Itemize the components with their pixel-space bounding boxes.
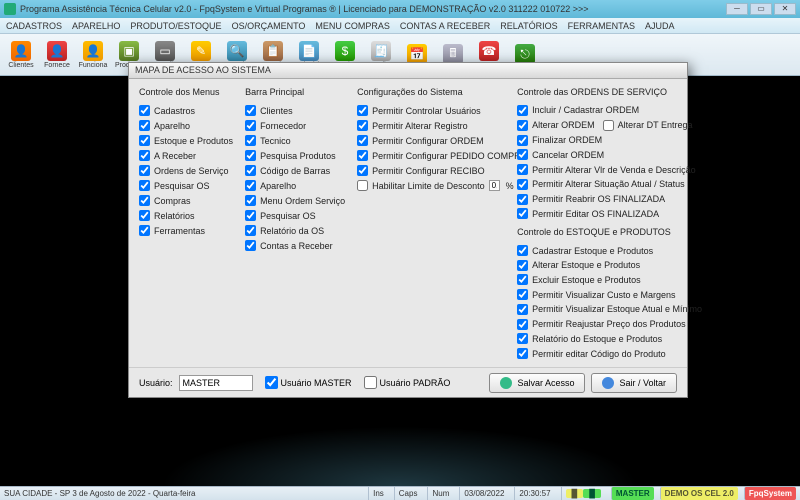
status-time: 20:30:57 xyxy=(514,487,554,500)
col3-title: Configurações do Sistema xyxy=(357,87,505,99)
chk-cadastros[interactable]: Cadastros xyxy=(139,103,233,118)
menu-bar: CADASTROS APARELHO PRODUTO/ESTOQUE OS/OR… xyxy=(0,18,800,34)
chk-os-alterar-status[interactable]: Permitir Alterar Situação Atual / Status xyxy=(517,177,689,192)
chk-os-dt-entrega[interactable]: Alterar DT Entrega xyxy=(603,118,693,133)
chk-os-editar-finalizada[interactable]: Permitir Editar OS FINALIZADA xyxy=(517,206,689,221)
menu-ajuda[interactable]: AJUDA xyxy=(645,21,675,31)
status-user: MASTER xyxy=(611,487,654,500)
close-button[interactable]: ✕ xyxy=(774,3,796,15)
chk-estoque-produtos[interactable]: Estoque e Produtos xyxy=(139,133,233,148)
menu-contas-receber[interactable]: CONTAS A RECEBER xyxy=(400,21,490,31)
save-button[interactable]: Salvar Acesso xyxy=(489,373,585,393)
access-map-dialog: MAPA DE ACESSO AO SISTEMA Controle dos M… xyxy=(128,62,688,398)
chk-bp-clientes[interactable]: Clientes xyxy=(245,103,345,118)
chk-ordens-servico[interactable]: Ordens de Serviço xyxy=(139,163,233,178)
chk-a-receber[interactable]: A Receber xyxy=(139,148,233,163)
chk-cfg-configurar-pedido[interactable]: Permitir Configurar PEDIDO COMPRA xyxy=(357,148,505,163)
menu-produto-estoque[interactable]: PRODUTO/ESTOQUE xyxy=(130,21,221,31)
menu-cadastros[interactable]: CADASTROS xyxy=(6,21,62,31)
chk-bp-pesquisar-os[interactable]: Pesquisar OS xyxy=(245,208,345,223)
exit-button[interactable]: Sair / Voltar xyxy=(591,373,677,393)
background-glow xyxy=(160,426,640,486)
chk-bp-aparelho[interactable]: Aparelho xyxy=(245,178,345,193)
percent-label: % xyxy=(506,181,514,191)
chk-bp-menu-os[interactable]: Menu Ordem Serviço xyxy=(245,193,345,208)
status-demo: DEMO OS CEL 2.0 xyxy=(660,487,738,500)
window-title: Programa Assistência Técnica Celular v2.… xyxy=(20,4,726,14)
chk-aparelho[interactable]: Aparelho xyxy=(139,118,233,133)
chk-ep-custo-margens[interactable]: Permitir Visualizar Custo e Margens xyxy=(517,287,689,302)
tb-fornece[interactable]: 👤Fornece xyxy=(40,36,74,74)
status-brand: FpqSystem xyxy=(744,487,796,500)
maximize-button[interactable]: ▭ xyxy=(750,3,772,15)
chk-bp-contas-receber[interactable]: Contas a Receber xyxy=(245,238,345,253)
chk-os-incluir[interactable]: Incluir / Cadastrar ORDEM xyxy=(517,103,689,118)
chk-os-finalizar[interactable]: Finalizar ORDEM xyxy=(517,133,689,148)
chk-compras[interactable]: Compras xyxy=(139,193,233,208)
chk-cfg-controlar-usuarios[interactable]: Permitir Controlar Usuários xyxy=(357,103,505,118)
chk-usuario-master[interactable]: Usuário MASTER xyxy=(265,376,352,389)
status-location-date: SUA CIDADE - SP 3 de Agosto de 2022 - Qu… xyxy=(4,489,196,498)
chk-bp-codigo-barras[interactable]: Código de Barras xyxy=(245,163,345,178)
minimize-button[interactable]: ─ xyxy=(726,3,748,15)
check-icon xyxy=(500,377,512,389)
tb-funciona[interactable]: 👤Funciona xyxy=(76,36,110,74)
chk-ferramentas[interactable]: Ferramentas xyxy=(139,223,233,238)
menu-os-orcamento[interactable]: OS/ORÇAMENTO xyxy=(232,21,306,31)
col4b-title: Controle do ESTOQUE e PRODUTOS xyxy=(517,227,689,239)
menu-relatorios[interactable]: RELATÓRIOS xyxy=(500,21,557,31)
menu-ferramentas[interactable]: FERRAMENTAS xyxy=(568,21,635,31)
chk-ep-cadastrar[interactable]: Cadastrar Estoque e Produtos xyxy=(517,243,689,258)
chk-bp-relatorio-os[interactable]: Relatório da OS xyxy=(245,223,345,238)
user-input[interactable] xyxy=(179,375,253,391)
app-icon xyxy=(4,3,16,15)
chk-cfg-limite-desconto[interactable]: Habilitar Limite de Desconto % xyxy=(357,178,505,193)
chk-cfg-alterar-registro[interactable]: Permitir Alterar Registro xyxy=(357,118,505,133)
chk-ep-estoque-minimo[interactable]: Permitir Visualizar Estoque Atual e Míni… xyxy=(517,302,689,317)
menu-aparelho[interactable]: APARELHO xyxy=(72,21,120,31)
chk-bp-fornecedor[interactable]: Fornecedor xyxy=(245,118,345,133)
col1-title: Controle dos Menus xyxy=(139,87,233,99)
user-label: Usuário: xyxy=(139,378,173,388)
status-ins: Ins xyxy=(368,487,388,500)
limite-desconto-input[interactable] xyxy=(489,180,500,191)
chk-os-reabrir[interactable]: Permitir Reabrir OS FINALIZADA xyxy=(517,192,689,207)
dialog-footer: Usuário: Usuário MASTER Usuário PADRÃO S… xyxy=(129,367,687,397)
dialog-title: MAPA DE ACESSO AO SISTEMA xyxy=(129,63,687,79)
window-titlebar: Programa Assistência Técnica Celular v2.… xyxy=(0,0,800,18)
chk-pesquisar-os[interactable]: Pesquisar OS xyxy=(139,178,233,193)
tb-clientes[interactable]: 👤Clientes xyxy=(4,36,38,74)
status-caps: Caps xyxy=(394,487,422,500)
status-num: Num xyxy=(427,487,453,500)
arrow-icon xyxy=(602,377,614,389)
col4a-title: Controle das ORDENS DE SERVIÇO xyxy=(517,87,689,99)
chk-relatorios[interactable]: Relatórios xyxy=(139,208,233,223)
chk-ep-excluir[interactable]: Excluir Estoque e Produtos xyxy=(517,273,689,288)
chk-bp-pesquisa-produtos[interactable]: Pesquisa Produtos xyxy=(245,148,345,163)
menu-compras[interactable]: MENU COMPRAS xyxy=(315,21,390,31)
chk-cfg-configurar-ordem[interactable]: Permitir Configurar ORDEM xyxy=(357,133,505,148)
chk-cfg-configurar-recibo[interactable]: Permitir Configurar RECIBO xyxy=(357,163,505,178)
chk-ep-relatorio[interactable]: Relatório do Estoque e Produtos xyxy=(517,332,689,347)
status-date: 03/08/2022 xyxy=(459,487,508,500)
chk-os-alterar[interactable]: Alterar ORDEM xyxy=(517,118,595,133)
chk-os-cancelar[interactable]: Cancelar ORDEM xyxy=(517,147,689,162)
status-bar: SUA CIDADE - SP 3 de Agosto de 2022 - Qu… xyxy=(0,486,800,500)
chk-bp-tecnico[interactable]: Tecnico xyxy=(245,133,345,148)
chk-os-alterar-vlr[interactable]: Permitir Alterar Vlr de Venda e Descriçã… xyxy=(517,162,689,177)
col2-title: Barra Principal xyxy=(245,87,345,99)
chk-usuario-padrao[interactable]: Usuário PADRÃO xyxy=(364,376,451,389)
chk-ep-editar-codigo[interactable]: Permitir editar Código do Produto xyxy=(517,346,689,361)
chk-ep-reajustar-preco[interactable]: Permitir Reajustar Preço dos Produtos xyxy=(517,317,689,332)
chk-ep-alterar[interactable]: Alterar Estoque e Produtos xyxy=(517,258,689,273)
